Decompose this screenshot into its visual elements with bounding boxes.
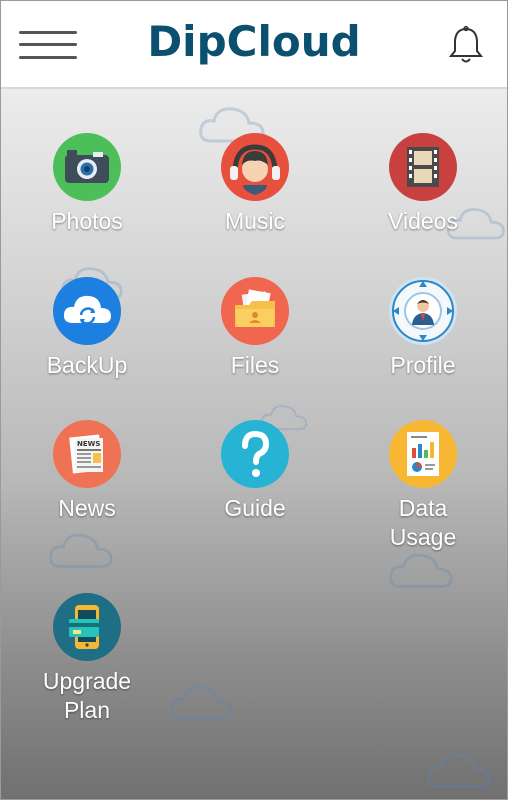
tile-files[interactable]: Files bbox=[175, 277, 335, 380]
tile-news[interactable]: NEWS News bbox=[7, 420, 167, 523]
film-reel-icon bbox=[389, 133, 457, 201]
cloud-decoration-icon bbox=[49, 533, 113, 568]
cloud-decoration-icon bbox=[389, 553, 453, 588]
cloud-decoration-icon bbox=[427, 753, 491, 788]
tile-label: Files bbox=[230, 352, 280, 378]
newspaper-icon: NEWS bbox=[53, 420, 121, 488]
cloud-sync-icon bbox=[53, 277, 121, 345]
headphones-person-icon bbox=[221, 133, 289, 201]
svg-text:NEWS: NEWS bbox=[77, 440, 100, 448]
phone-card-icon bbox=[53, 593, 121, 661]
report-chart-icon bbox=[389, 420, 457, 488]
app-header: DipCloud bbox=[1, 1, 507, 89]
tile-data-usage[interactable]: Data Usage bbox=[343, 420, 503, 552]
tile-label: Data Usage bbox=[389, 495, 457, 550]
tile-label: Photos bbox=[51, 208, 123, 234]
tile-label: Music bbox=[224, 208, 286, 234]
tile-label: News bbox=[58, 495, 116, 521]
tile-label: Guide bbox=[224, 495, 286, 521]
tile-videos[interactable]: Videos bbox=[343, 133, 503, 236]
tile-backup[interactable]: BackUp bbox=[7, 277, 167, 380]
tile-label: BackUp bbox=[46, 352, 128, 378]
tile-profile[interactable]: Profile bbox=[343, 277, 503, 380]
tile-photos[interactable]: Photos bbox=[7, 133, 167, 236]
tile-label: Upgrade Plan bbox=[42, 668, 132, 723]
user-profile-icon bbox=[389, 277, 457, 345]
cloud-decoration-icon bbox=[169, 685, 233, 720]
bell-icon[interactable] bbox=[447, 25, 485, 65]
tile-upgrade-plan[interactable]: Upgrade Plan bbox=[7, 593, 167, 725]
tile-label: Videos bbox=[388, 208, 458, 234]
question-mark-icon bbox=[221, 420, 289, 488]
home-grid: Photos Music Videos BackUp Files Profile… bbox=[1, 89, 507, 799]
app-title: DipCloud bbox=[147, 17, 361, 66]
tile-label: Profile bbox=[390, 352, 456, 378]
camera-icon bbox=[53, 133, 121, 201]
tile-guide[interactable]: Guide bbox=[175, 420, 335, 523]
folder-icon bbox=[221, 277, 289, 345]
app-frame: DipCloud Photos Music Videos BackUp File… bbox=[0, 0, 508, 800]
tile-music[interactable]: Music bbox=[175, 133, 335, 236]
